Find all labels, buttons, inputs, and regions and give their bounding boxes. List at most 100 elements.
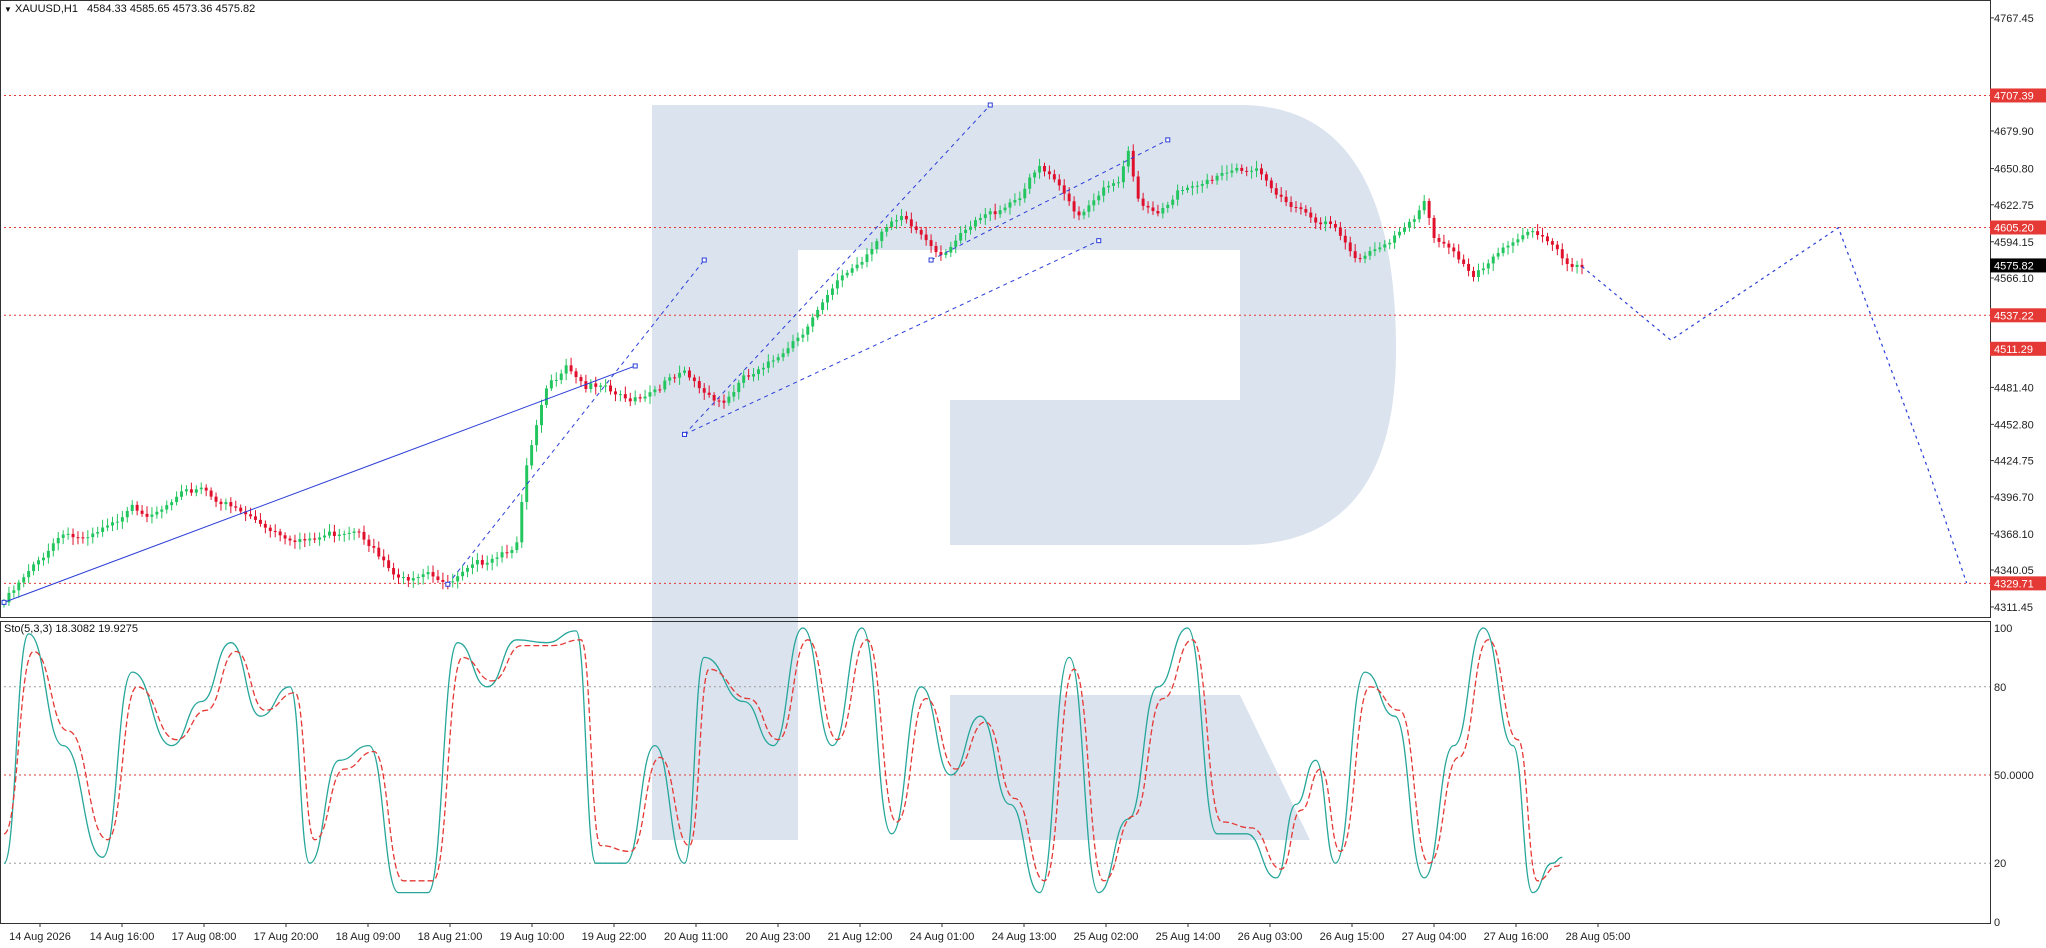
candle-body <box>367 539 371 547</box>
candle-body <box>283 535 287 539</box>
header-arrow-icon[interactable]: ▼ <box>4 5 12 14</box>
candle-body <box>1452 247 1456 252</box>
candle-body <box>401 577 405 579</box>
candle-body <box>1176 190 1180 200</box>
candle-body <box>530 445 534 466</box>
candle-body <box>456 576 460 582</box>
candle-body <box>668 377 672 381</box>
candle-body <box>214 496 218 502</box>
candle-body <box>17 582 21 591</box>
pattern-handle[interactable] <box>987 102 993 108</box>
candle-body <box>1550 241 1554 245</box>
candle-body <box>165 505 169 510</box>
candle-body <box>1422 200 1426 211</box>
candle-body <box>1472 270 1475 277</box>
candle-body <box>510 550 514 553</box>
candle-body <box>303 539 307 541</box>
candle-body <box>673 377 677 379</box>
candle-body <box>890 221 894 228</box>
candle-body <box>258 519 262 524</box>
candle-body <box>1052 174 1056 180</box>
candle-body <box>480 560 484 565</box>
candle-body <box>599 385 603 387</box>
candle-body <box>1294 206 1298 208</box>
candle-body <box>697 381 701 389</box>
candle-body <box>544 388 548 405</box>
candle-body <box>71 533 75 538</box>
candle-body <box>1383 244 1387 248</box>
candle-body <box>392 568 396 575</box>
candle-body <box>692 377 696 382</box>
candle-body <box>500 552 504 558</box>
time-axis-label: 17 Aug 08:00 <box>172 931 237 943</box>
candle-body <box>964 229 968 234</box>
candle-body <box>742 375 746 383</box>
pattern-handle[interactable] <box>1165 137 1171 143</box>
candle-body <box>199 487 203 490</box>
candle-body <box>194 489 198 493</box>
candle-body <box>559 373 563 380</box>
candle-body <box>988 211 992 215</box>
candle-body <box>983 214 987 219</box>
candle-body <box>1255 168 1259 171</box>
candle-body <box>954 240 958 247</box>
candle-body <box>239 507 243 512</box>
candle-body <box>1481 268 1485 271</box>
price-axis-label: 4340.05 <box>1994 565 2034 577</box>
candle-body <box>618 394 622 396</box>
candle-body <box>796 337 800 342</box>
time-axis-label: 19 Aug 10:00 <box>500 931 565 943</box>
candle-body <box>12 590 16 593</box>
indicator-axis-label: 80 <box>1994 682 2006 694</box>
candle-body <box>860 261 864 265</box>
candle-body <box>81 537 85 539</box>
candle-body <box>959 233 963 241</box>
candle-body <box>337 534 341 536</box>
candle-body <box>273 531 277 533</box>
candle-body <box>1284 196 1288 203</box>
candle-body <box>771 360 775 362</box>
candle-body <box>687 370 691 378</box>
candle-body <box>120 517 124 522</box>
candle-body <box>1003 207 1007 211</box>
candle-body <box>1008 202 1012 208</box>
pattern-handle[interactable] <box>445 581 451 587</box>
indicator-axis-label: 0 <box>1994 917 2000 929</box>
candle-body <box>1432 217 1436 238</box>
candle-body <box>382 556 386 561</box>
pattern-handle[interactable] <box>928 257 934 263</box>
time-axis-label: 27 Aug 16:00 <box>1484 931 1549 943</box>
candle-body <box>973 220 977 227</box>
candle-body <box>1215 175 1219 181</box>
pattern-handle[interactable] <box>1 599 7 605</box>
price-axis-label: 4566.10 <box>1994 273 2034 285</box>
candle-body <box>475 560 479 565</box>
candle-body <box>855 264 859 269</box>
candle-body <box>549 380 553 389</box>
candle-body <box>1496 253 1500 257</box>
candle-body <box>1412 219 1416 222</box>
candle-body <box>791 341 795 349</box>
pattern-handle[interactable] <box>632 363 638 369</box>
candle-body <box>1531 231 1535 233</box>
pattern-handle[interactable] <box>1096 238 1102 244</box>
candle-body <box>1329 221 1332 224</box>
candle-body <box>1038 165 1042 173</box>
candle-body <box>397 574 400 578</box>
candle-body <box>470 564 474 568</box>
candle-body <box>155 511 159 515</box>
candle-body <box>1200 184 1204 186</box>
candle-body <box>909 219 913 227</box>
price-axis-label: 4594.15 <box>1994 237 2034 249</box>
candle-body <box>1427 200 1431 218</box>
price-axis-label: 4368.10 <box>1994 529 2034 541</box>
candle-body <box>1353 251 1357 259</box>
time-axis-label: 17 Aug 20:00 <box>254 931 319 943</box>
pattern-handle[interactable] <box>682 431 688 437</box>
candle-body <box>924 234 928 241</box>
candle-body <box>1338 227 1342 236</box>
candle-body <box>51 543 55 551</box>
candle-body <box>135 504 139 511</box>
pattern-handle[interactable] <box>701 257 707 263</box>
price-chart[interactable]: 4767.45 4679.90 4650.80 4622.75 4594.15 4566.… <box>0 0 2046 948</box>
